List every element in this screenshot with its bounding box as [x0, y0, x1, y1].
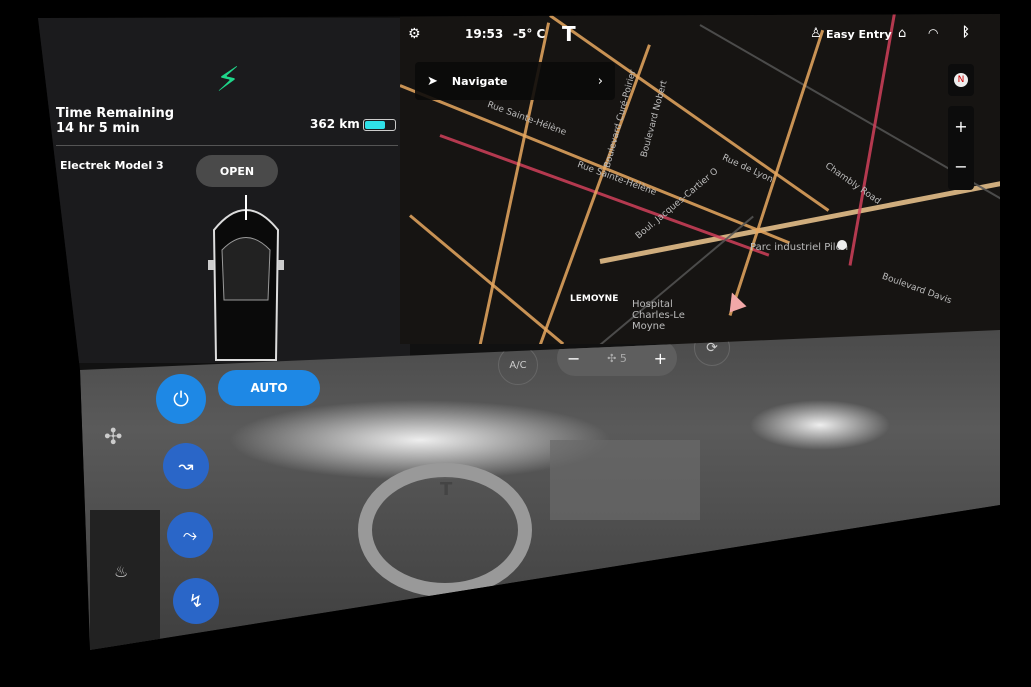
- car-icon[interactable]: 🚘︎: [165, 658, 190, 682]
- fan-speed-value: 5: [619, 351, 627, 365]
- compass-button[interactable]: N: [948, 64, 974, 96]
- temperature-control: ‹ 25.0 ›: [610, 585, 678, 609]
- navigate-label: Navigate: [451, 74, 508, 88]
- zoom-in-button[interactable]: +: [948, 106, 974, 146]
- airflow-face-feet-button[interactable]: ⤳: [167, 512, 213, 558]
- map-label: LEMOYNE: [570, 294, 619, 304]
- zoom-controls: + −: [948, 106, 974, 190]
- bluetooth-icon[interactable]: ᛒ: [962, 25, 970, 40]
- divider: [56, 145, 398, 146]
- range-readout: 362 km: [310, 117, 360, 131]
- map-label: Boul. Jacques-Cartier O: [633, 166, 721, 242]
- person-icon[interactable]: ♙: [810, 26, 822, 41]
- vehicle-name: Electrek Model 3: [60, 159, 164, 172]
- svg-text:T: T: [440, 479, 453, 500]
- current-location-arrow-icon: [723, 289, 747, 313]
- lightning-bolt-icon: ⚡: [216, 60, 240, 100]
- fan-icon[interactable]: ✣: [554, 594, 572, 619]
- outside-temperature: -5° C: [513, 27, 546, 41]
- tesla-logo[interactable]: T: [562, 22, 576, 46]
- driver-profile[interactable]: Easy Entry: [826, 28, 892, 41]
- temp-increase-button[interactable]: ›: [673, 590, 678, 605]
- airflow-face-button[interactable]: ↝: [163, 443, 209, 489]
- navigate-search-bar[interactable]: ➤ Navigate ›: [415, 62, 615, 100]
- apps-icon[interactable]: ^: [361, 628, 383, 650]
- fan-increase-button[interactable]: +: [654, 349, 667, 368]
- rear-defrost-icon[interactable]: ▭: [810, 556, 824, 574]
- map-view[interactable]: Rue Sainte-Hélène Rue Sainte-Hélène Boul…: [400, 14, 1000, 344]
- volume-icon: 🔊︎: [942, 532, 952, 550]
- car-top-view-icon: [208, 195, 284, 361]
- volume-control[interactable]: ^ 🔊︎ ˇ: [942, 520, 951, 562]
- ac-button[interactable]: A/C: [498, 345, 538, 385]
- music-icon[interactable]: ♫: [266, 643, 286, 650]
- cabin-interior-illustration: T: [230, 400, 890, 597]
- poi-dot: [837, 240, 847, 250]
- fan-icon[interactable]: ✣: [104, 425, 122, 450]
- fan-speed-control: − ✣ 5 +: [557, 340, 677, 376]
- poi-hospital[interactable]: Hospital Charles-Le Moyne: [632, 299, 702, 332]
- fan-decrease-button[interactable]: −: [567, 349, 580, 368]
- front-defrost-icon[interactable]: ◠: [878, 545, 891, 563]
- map-label: Boulevard Davis: [880, 271, 953, 307]
- auto-button[interactable]: AUTO: [218, 370, 320, 406]
- map-label: Boulevard Nobert: [639, 79, 670, 159]
- open-trunk-button[interactable]: OPEN: [196, 155, 278, 187]
- home-icon[interactable]: ⌂: [898, 26, 906, 41]
- map-settings-icon[interactable]: ⚙: [408, 26, 421, 42]
- zoom-out-button[interactable]: −: [948, 146, 974, 186]
- navigation-arrow-icon: ➤: [427, 73, 438, 89]
- clock: 19:53: [465, 27, 504, 41]
- wifi-icon[interactable]: ◠: [928, 26, 938, 40]
- poi-parc-industriel-pilon[interactable]: Parc industriel Pilon: [750, 242, 848, 253]
- climate-power-button[interactable]: ⏻: [156, 374, 206, 424]
- cabin-temperature: 25.0: [619, 585, 669, 609]
- seat-heater-right-icon[interactable]: ⑂: [722, 568, 733, 589]
- heat-icon[interactable]: ♨: [114, 562, 128, 581]
- fan-icon: ✣: [607, 351, 620, 365]
- touchscreen: ⚡ Time Remaining 14 hr 5 min 362 km Elec…: [38, 14, 1000, 682]
- airflow-feet-button[interactable]: ↯: [173, 578, 219, 624]
- map-label: Rue Sainte-Hélène: [575, 160, 658, 198]
- seat-heater-left-icon[interactable]: ⑂: [472, 610, 483, 631]
- climate-panel: T ✣ ♨ ⏻ AUTO ↝ ⤳ ↯ A/C − ✣ 5 + ⟳: [80, 330, 1000, 650]
- battery-icon: [363, 119, 396, 131]
- temp-decrease-button[interactable]: ‹: [610, 590, 615, 605]
- chevron-right-icon: ›: [597, 73, 603, 89]
- time-remaining-label: Time Remaining: [56, 106, 175, 121]
- map-label: Chambly Road: [823, 161, 883, 207]
- time-remaining-value: 14 hr 5 min: [56, 121, 140, 136]
- vehicle-panel: ⚡ Time Remaining 14 hr 5 min 362 km Elec…: [38, 18, 410, 363]
